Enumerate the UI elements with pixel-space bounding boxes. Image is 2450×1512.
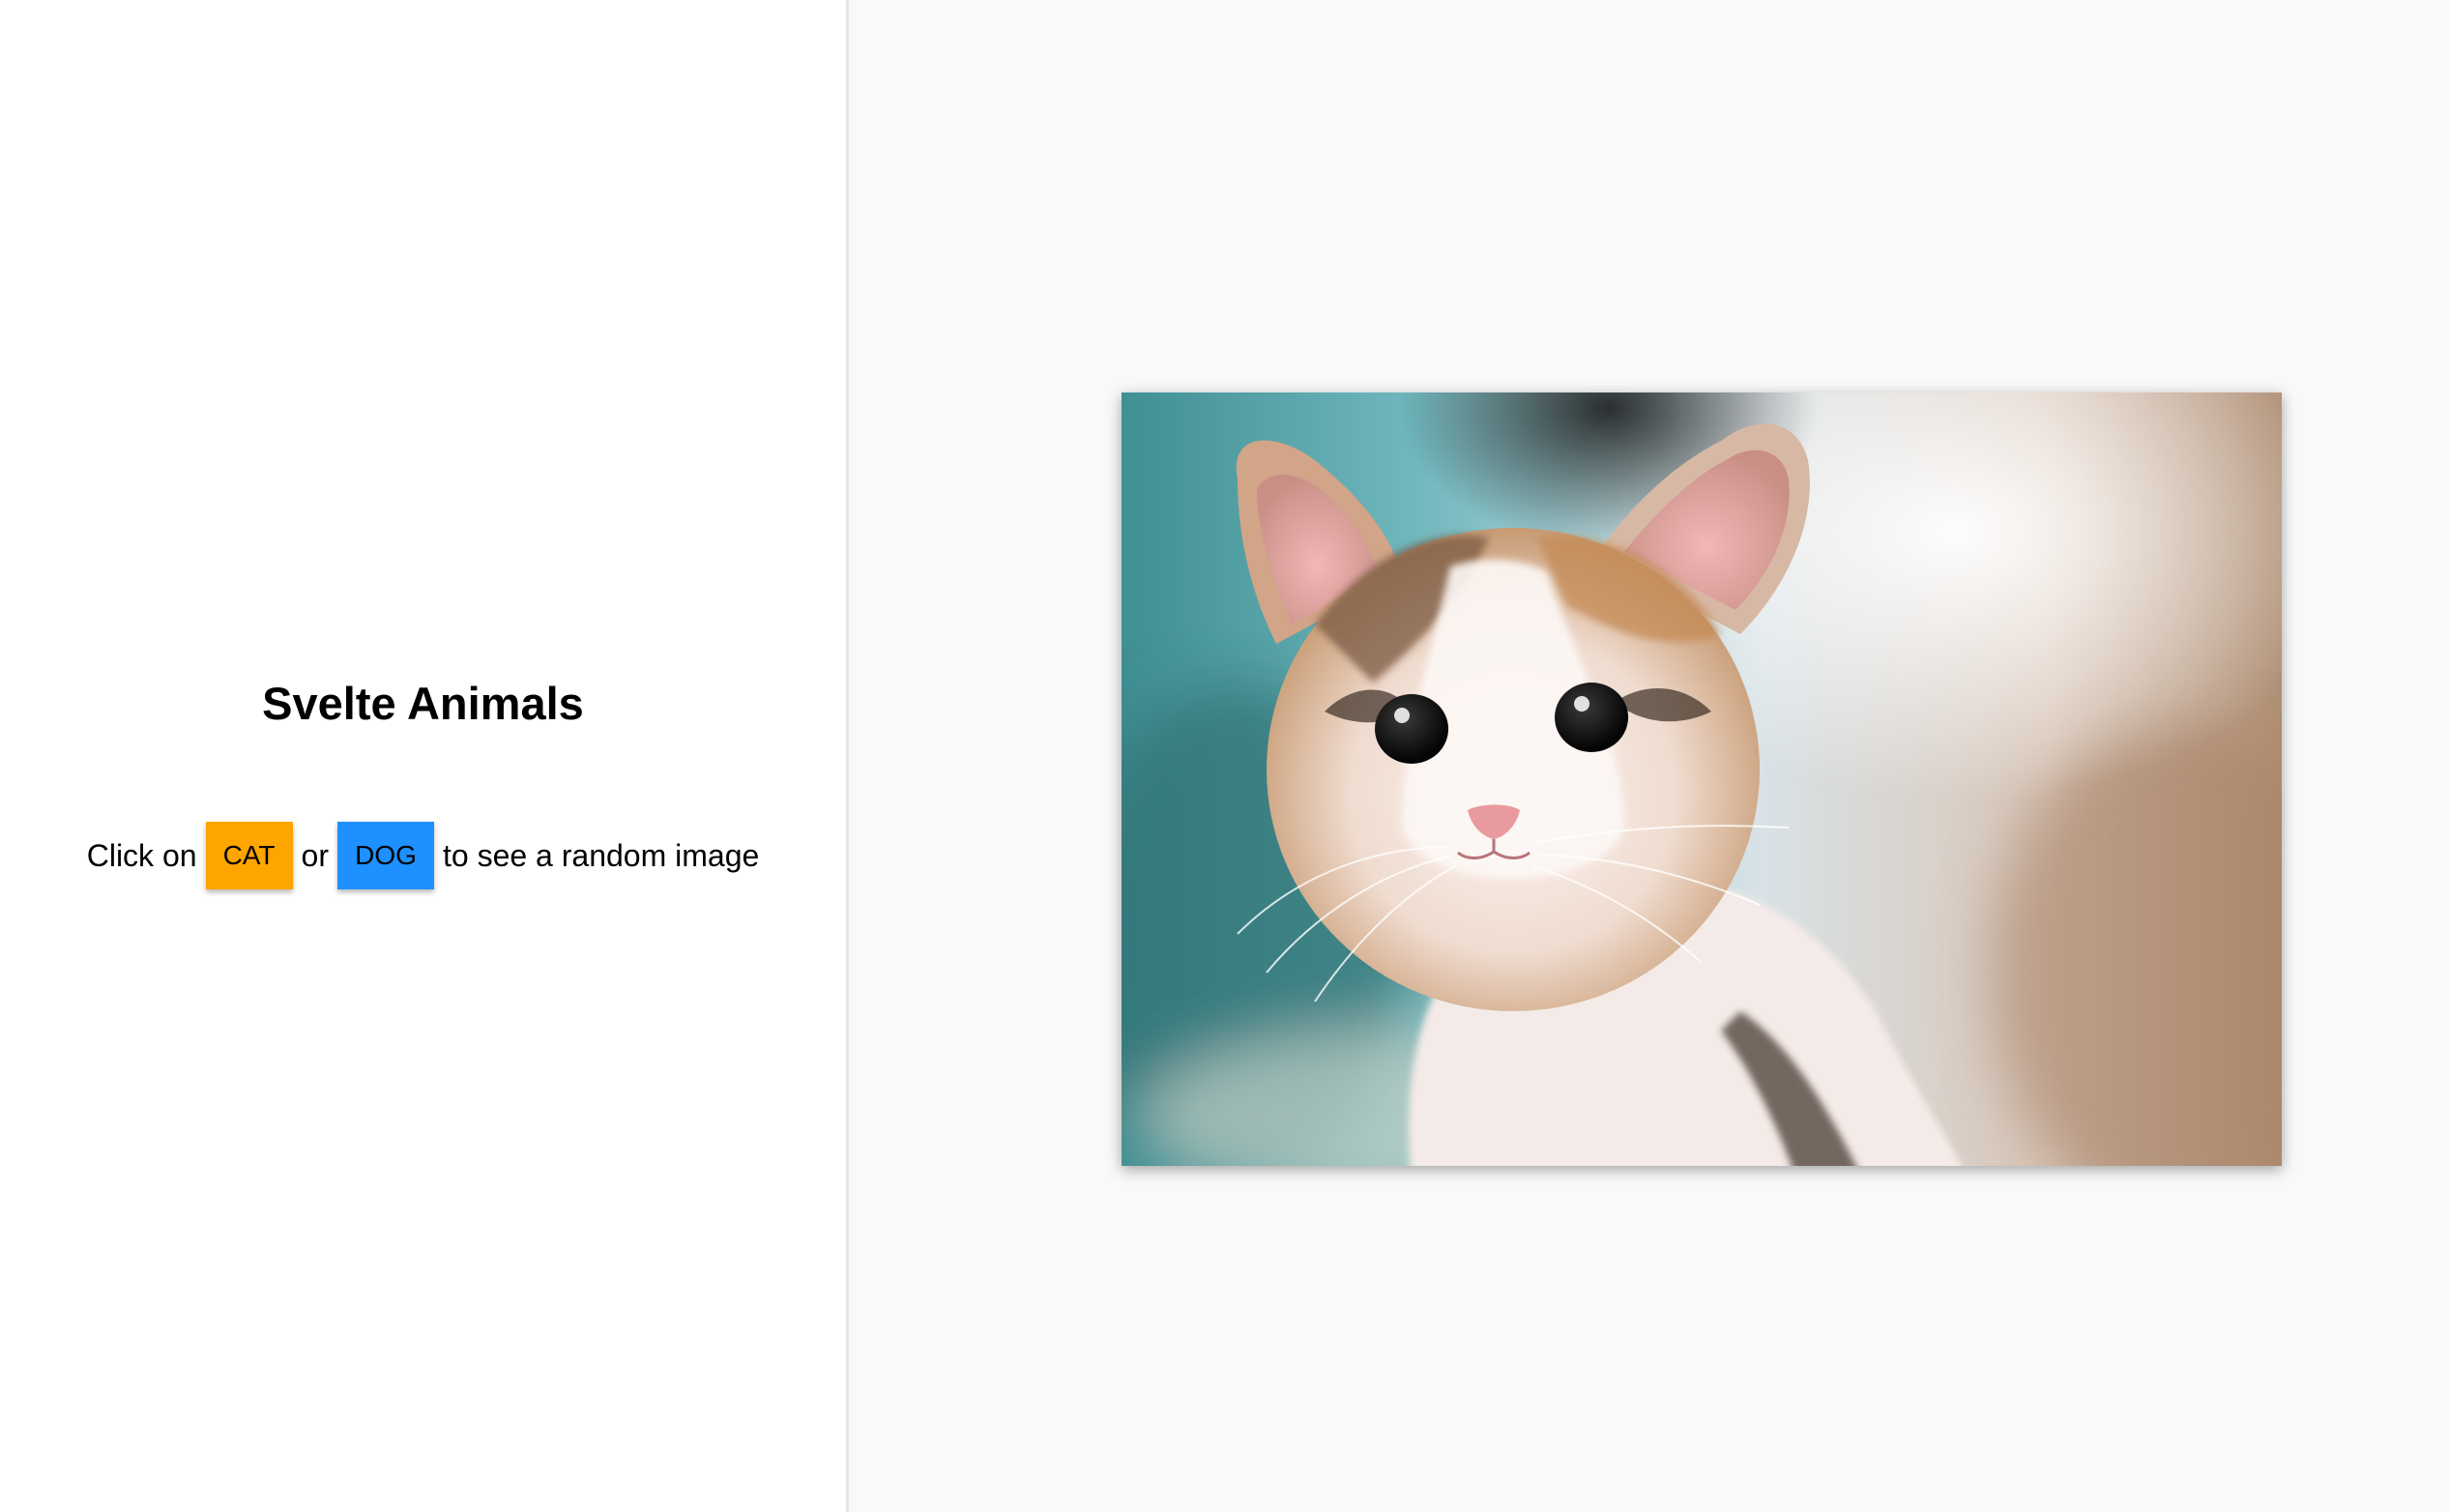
instruction-suffix: to see a random image bbox=[442, 837, 760, 873]
app-root: Svelte Animals Click on CAT or DOG to se… bbox=[0, 0, 2450, 1512]
instruction-middle: or bbox=[301, 837, 329, 873]
control-panel: Svelte Animals Click on CAT or DOG to se… bbox=[0, 0, 849, 1512]
random-animal-image bbox=[1122, 393, 2282, 1166]
cat-button[interactable]: CAT bbox=[205, 822, 293, 889]
instruction-prefix: Click on bbox=[86, 837, 197, 873]
image-panel bbox=[849, 0, 2450, 1512]
instruction-line: Click on CAT or DOG to see a random imag… bbox=[0, 822, 846, 889]
page-title: Svelte Animals bbox=[262, 678, 584, 729]
dog-button[interactable]: DOG bbox=[336, 822, 434, 889]
